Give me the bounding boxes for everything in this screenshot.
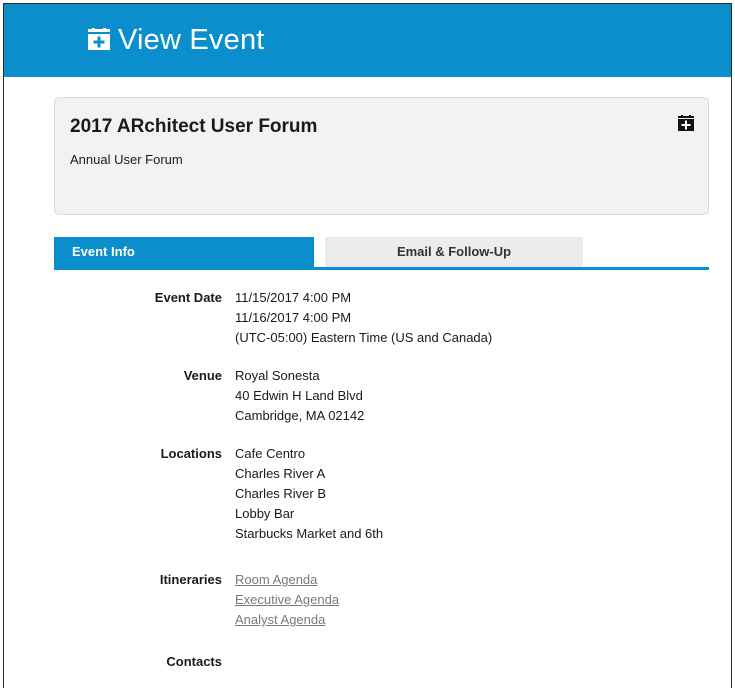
tab-event-info[interactable]: Event Info: [54, 237, 314, 267]
event-end-date: 11/16/2017 4:00 PM: [235, 310, 352, 325]
tab-underline: [54, 267, 709, 270]
venue-label: Venue: [183, 368, 222, 383]
itinerary-link-executive-agenda[interactable]: Executive Agenda: [235, 590, 339, 610]
event-date-label: Event Date: [154, 290, 222, 305]
event-start-date: 11/15/2017 4:00 PM: [235, 290, 352, 305]
location-item: Charles River A: [235, 466, 326, 481]
itinerary-link-analyst-agenda[interactable]: Analyst Agenda: [235, 610, 339, 630]
location-item: Cafe Centro: [235, 446, 306, 461]
calendar-plus-icon[interactable]: [678, 115, 694, 131]
event-date-values: 11/15/2017 4:00 PM 11/16/2017 4:00 PM (U…: [235, 288, 492, 348]
page-title: View Event: [118, 24, 265, 56]
page-header: View Event: [4, 4, 731, 77]
event-timezone: (UTC-05:00) Eastern Time (US and Canada): [235, 330, 493, 345]
event-summary-card: 2017 ARchitect User Forum Annual User Fo…: [54, 97, 709, 215]
contacts-label: Contacts: [166, 654, 222, 669]
venue-name: Royal Sonesta: [235, 368, 320, 383]
venue-address-line2: Cambridge, MA 02142: [235, 408, 365, 423]
venue-values: Royal Sonesta 40 Edwin H Land Blvd Cambr…: [235, 366, 364, 426]
location-item: Charles River B: [235, 486, 327, 501]
tab-bar: Event Info Email & Follow-Up: [54, 237, 709, 270]
itineraries-label: Itineraries: [159, 572, 222, 587]
calendar-plus-icon: [88, 28, 110, 50]
itinerary-link-room-agenda[interactable]: Room Agenda: [235, 570, 339, 590]
itineraries-values: Room Agenda Executive Agenda Analyst Age…: [235, 570, 339, 630]
location-item: Lobby Bar: [235, 506, 295, 521]
locations-label: Locations: [160, 446, 222, 461]
location-item: Starbucks Market and 6th: [235, 526, 384, 541]
locations-values: Cafe Centro Charles River A Charles Rive…: [235, 444, 383, 544]
venue-address-line1: 40 Edwin H Land Blvd: [235, 388, 363, 403]
event-name: 2017 ARchitect User Forum: [70, 116, 318, 137]
event-description: Annual User Forum: [70, 152, 183, 167]
tab-email-follow-up[interactable]: Email & Follow-Up: [325, 237, 583, 267]
page-frame: View Event 2017 ARchitect User Forum Ann…: [3, 3, 732, 688]
